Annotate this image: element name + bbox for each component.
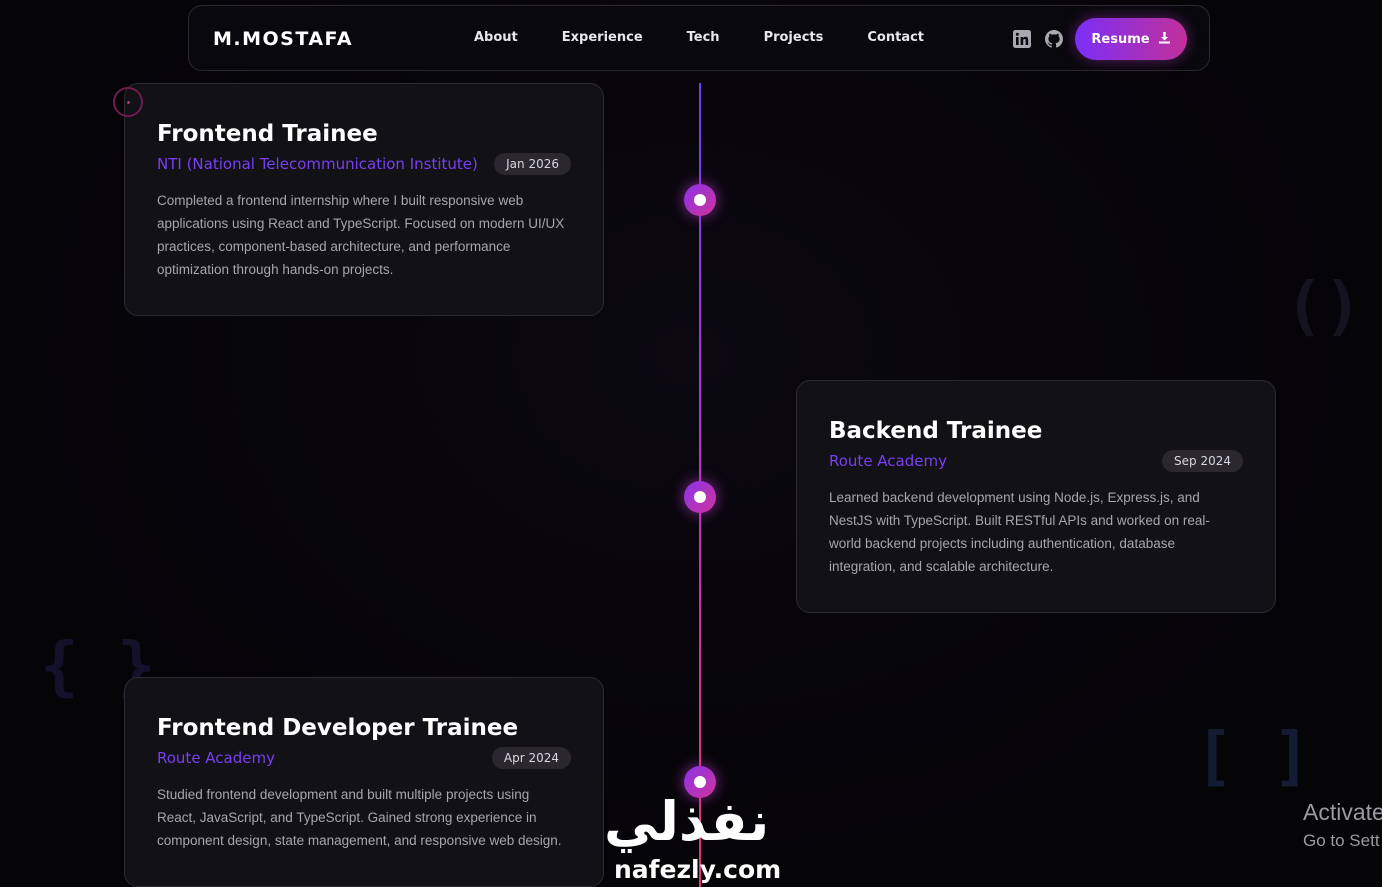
- card-meta: NTI (National Telecommunication Institut…: [157, 152, 571, 176]
- card-organization: Route Academy: [829, 452, 947, 470]
- github-icon[interactable]: [1044, 29, 1064, 49]
- navbar: M.MOSTAFA About Experience Tech Projects…: [188, 5, 1210, 71]
- watermark-logo: نفذلي: [604, 790, 770, 853]
- nav-links: About Experience Tech Projects Contact: [474, 30, 968, 45]
- experience-card: Backend Trainee Route Academy Sep 2024 L…: [796, 380, 1276, 613]
- card-date-badge: Jan 2026: [494, 153, 571, 175]
- card-title: Frontend Developer Trainee: [157, 715, 519, 741]
- card-description: Learned backend development using Node.j…: [829, 490, 1210, 574]
- nav-link-projects[interactable]: Projects: [764, 30, 824, 45]
- linkedin-icon[interactable]: [1012, 29, 1032, 49]
- windows-activation-notice: Activate Go to Sett: [1303, 798, 1382, 856]
- nav-link-tech[interactable]: Tech: [687, 30, 720, 45]
- nav-link-experience[interactable]: Experience: [562, 30, 643, 45]
- activation-subtitle: Go to Sett: [1303, 831, 1380, 850]
- timeline-dot: [684, 184, 716, 216]
- parentheses-decoration-icon: (): [1285, 270, 1363, 344]
- card-organization: Route Academy: [157, 749, 275, 767]
- resume-button-label: Resume: [1091, 31, 1150, 47]
- experience-card: Frontend Developer Trainee Route Academy…: [124, 677, 604, 887]
- ring-decoration-icon: [113, 87, 143, 117]
- card-organization: NTI (National Telecommunication Institut…: [157, 155, 478, 173]
- activation-title: Activate: [1303, 799, 1382, 825]
- site-logo[interactable]: M.MOSTAFA: [213, 28, 353, 50]
- download-icon: [1158, 31, 1171, 48]
- watermark-url: nafezly.com: [614, 855, 782, 884]
- timeline-dot: [684, 481, 716, 513]
- card-title: Frontend Trainee: [157, 121, 378, 147]
- card-date-badge: Apr 2024: [491, 747, 571, 769]
- card-meta: Route Academy Sep 2024: [829, 449, 1243, 473]
- card-description: Completed a frontend internship where I …: [157, 193, 565, 277]
- resume-button[interactable]: Resume: [1075, 18, 1187, 60]
- card-description: Studied frontend development and built m…: [157, 787, 562, 848]
- brackets-decoration-icon: [ ]: [1195, 720, 1311, 794]
- card-title: Backend Trainee: [829, 418, 1043, 444]
- card-date-badge: Sep 2024: [1162, 450, 1243, 472]
- card-meta: Route Academy Apr 2024: [157, 746, 571, 770]
- page: () { } [ ] M.MOSTAFA About Experience Te…: [0, 0, 1382, 887]
- experience-card: Frontend Trainee NTI (National Telecommu…: [124, 83, 604, 316]
- nav-link-contact[interactable]: Contact: [867, 30, 924, 45]
- nav-link-about[interactable]: About: [474, 30, 518, 45]
- social-icons: [1012, 29, 1064, 49]
